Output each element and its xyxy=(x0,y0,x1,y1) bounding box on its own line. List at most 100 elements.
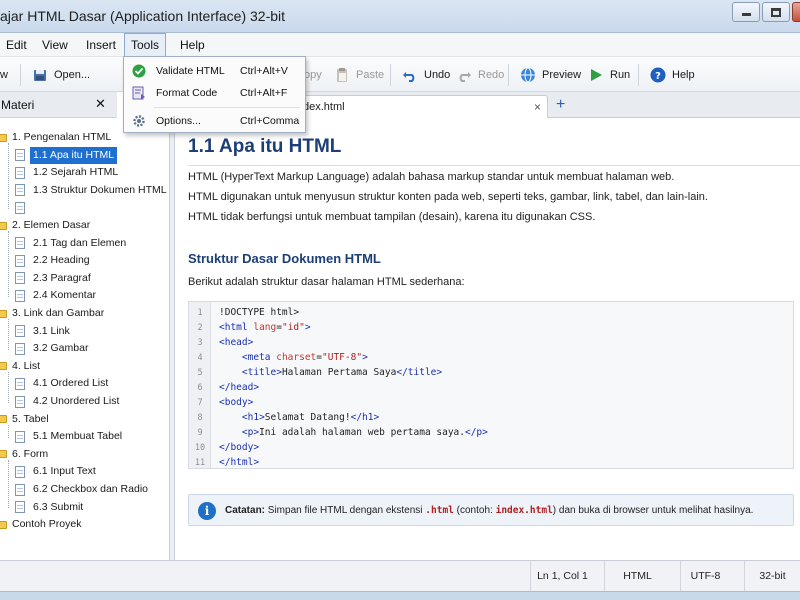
language-mode: HTML xyxy=(604,561,670,592)
menu-help[interactable]: Help xyxy=(174,33,211,57)
close-window-button[interactable] xyxy=(792,2,800,22)
menu-item-options[interactable]: Options... Ctrl+Comma xyxy=(124,110,305,132)
page-icon xyxy=(15,254,25,267)
line-number: 8 xyxy=(197,413,203,423)
open-button[interactable]: Open... xyxy=(32,63,90,87)
page-icon xyxy=(15,395,25,408)
add-tab-button[interactable]: + xyxy=(556,96,565,114)
run-button[interactable]: Run xyxy=(588,63,630,87)
code-line: <title>Halaman Pertama Saya</title> xyxy=(241,367,443,378)
tree-item[interactable]: 6.3 Submit xyxy=(15,499,86,516)
code-line: <p>Ini adalah halaman web pertama saya.<… xyxy=(241,427,488,438)
undo-button[interactable]: Undo xyxy=(402,63,450,87)
line-number: 7 xyxy=(197,398,203,408)
code-line: </head> xyxy=(219,382,260,393)
code-line: <body> xyxy=(219,397,254,408)
menu-item-label: Options... xyxy=(156,115,201,127)
tree-item[interactable] xyxy=(15,199,36,216)
tree-guide-line xyxy=(8,231,9,297)
paste-label: Paste xyxy=(356,69,385,81)
tree-section-label: 6. Form xyxy=(12,447,49,460)
tree-item[interactable]: 5.1 Membuat Tabel xyxy=(15,428,125,445)
sidebar-close-icon[interactable]: ✕ xyxy=(95,96,106,112)
tree-item[interactable]: 2.3 Paragraf xyxy=(15,270,94,287)
section-heading: Struktur Dasar Dokumen HTML xyxy=(188,251,381,266)
tree-section[interactable]: 4. List xyxy=(0,358,40,375)
tab-close-icon[interactable]: × xyxy=(534,96,541,118)
redo-icon xyxy=(456,67,472,83)
copy-label: opy xyxy=(304,69,322,81)
menu-item-shortcut: Ctrl+Comma xyxy=(240,115,300,127)
menu-item-label: Validate HTML xyxy=(156,65,225,77)
folder-icon xyxy=(0,362,7,371)
tree-item-label: 1.3 Struktur Dokumen HTML xyxy=(33,183,167,196)
menu-item-format-code[interactable]: Format Code Ctrl+Alt+F xyxy=(124,82,305,104)
window-title: ajar HTML Dasar (Application Interface) … xyxy=(0,8,286,24)
menu-tools[interactable]: Tools xyxy=(124,33,167,57)
folder-icon xyxy=(0,221,7,230)
redo-button[interactable]: Redo xyxy=(456,63,504,87)
paste-icon xyxy=(334,67,350,83)
tree-section[interactable]: 1. Pengenalan HTML xyxy=(0,129,111,146)
new-label: w xyxy=(0,69,8,81)
line-number: 6 xyxy=(197,383,203,393)
paragraph: HTML tidak berfungsi untuk membuat tampi… xyxy=(188,211,596,223)
copy-button[interactable]: opy xyxy=(304,63,322,87)
tree-item[interactable]: 2.4 Komentar xyxy=(15,287,99,304)
help-icon: ? xyxy=(650,67,666,83)
new-button[interactable]: w xyxy=(0,63,8,87)
help-button[interactable]: ? Help xyxy=(650,63,695,87)
preview-button[interactable]: Preview xyxy=(520,63,581,87)
tree-item[interactable]: 4.1 Ordered List xyxy=(15,375,111,392)
line-number: 11 xyxy=(194,458,206,468)
maximize-icon xyxy=(771,7,781,17)
info-icon: i xyxy=(198,502,216,520)
menu-item-validate-html[interactable]: Validate HTML Ctrl+Alt+V xyxy=(124,60,305,82)
undo-label: Undo xyxy=(424,69,451,81)
tree-section-label: 3. Link dan Gambar xyxy=(12,307,105,319)
tree-item[interactable]: 3.1 Link xyxy=(15,323,73,340)
note-text-mid: (contoh: xyxy=(453,505,496,516)
menu-view[interactable]: View xyxy=(36,33,74,57)
code-line: <html lang="id"> xyxy=(219,322,311,333)
toolbar-separator xyxy=(390,64,391,86)
tree-section-label: Contoh Proyek xyxy=(12,518,82,531)
page-icon xyxy=(15,342,25,355)
svg-text:?: ? xyxy=(655,71,661,82)
sidebar-header: Materi ✕ xyxy=(0,92,117,118)
panel-splitter[interactable] xyxy=(170,92,175,560)
window-bottom-edge xyxy=(0,591,800,600)
code-block[interactable]: 1 !DOCTYPE html> 2 <html lang="id"> 3 <head> 4… xyxy=(188,301,794,469)
folder-icon xyxy=(0,309,7,318)
tree-item-label: 6.1 Input Text xyxy=(33,465,96,478)
cursor-position: Ln 1, Col 1 xyxy=(530,561,594,592)
menu-bar: Edit View Insert Tools Help xyxy=(0,33,800,57)
paste-button[interactable]: Paste xyxy=(334,63,384,87)
tree-item[interactable]: 2.1 Tag dan Elemen xyxy=(15,235,129,252)
tree-section[interactable]: 3. Link dan Gambar xyxy=(0,305,104,322)
line-number: 4 xyxy=(197,353,203,363)
tree-section[interactable]: 2. Elemen Dasar xyxy=(0,217,90,234)
tree-item[interactable]: 3.2 Gambar xyxy=(15,340,91,357)
code-line: </html> xyxy=(219,457,260,468)
tree-item[interactable]: 4.2 Unordered List xyxy=(15,393,122,410)
menu-edit[interactable]: Edit xyxy=(0,33,33,57)
tree-item[interactable]: 1.3 Struktur Dokumen HTML xyxy=(15,182,170,199)
check-icon xyxy=(131,63,147,79)
tree-item[interactable]: 1.1 Apa itu HTML xyxy=(15,146,118,164)
status-bar: Ln 1, Col 1 HTML UTF-8 32-bit xyxy=(0,560,800,592)
tab-index-html[interactable]: dex.html × xyxy=(300,95,548,118)
note-example: index.html xyxy=(495,505,553,516)
tree-item[interactable]: 6.2 Checkbox dan Radio xyxy=(15,481,151,498)
page-icon xyxy=(15,430,25,443)
tree-item[interactable]: 6.1 Input Text xyxy=(15,463,99,480)
document-content: 1.1 Apa itu HTML HTML (HyperText Markup … xyxy=(176,118,800,560)
minimize-button[interactable] xyxy=(732,2,760,22)
menu-insert[interactable]: Insert xyxy=(80,33,122,57)
tree-item[interactable]: 1.2 Sejarah HTML xyxy=(15,164,121,181)
tree-item[interactable]: 2.2 Heading xyxy=(15,252,93,269)
tree-section[interactable]: Contoh Proyek xyxy=(0,516,81,533)
code-line: <h1>Selamat Datang!</h1> xyxy=(241,412,380,423)
maximize-button[interactable] xyxy=(762,2,790,22)
minimize-icon xyxy=(741,13,751,16)
